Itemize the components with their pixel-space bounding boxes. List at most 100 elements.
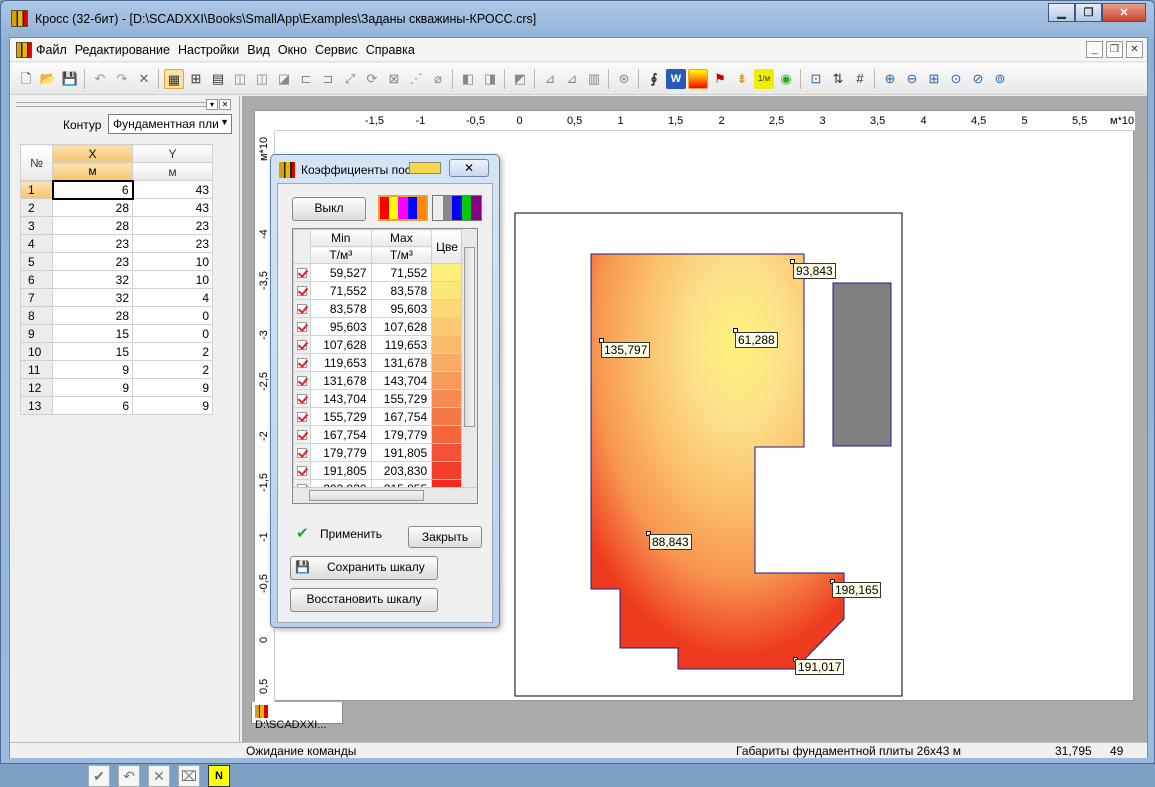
mdi-close-button[interactable]: ✕ xyxy=(1126,41,1143,58)
table-row[interactable]: 10 15 2 xyxy=(20,342,213,361)
row-checkbox[interactable] xyxy=(293,299,311,318)
min-cell[interactable]: 179,779 xyxy=(309,443,372,462)
tool-26-icon[interactable]: 1/м xyxy=(754,69,774,89)
y-cell[interactable]: 2 xyxy=(132,360,213,379)
tool-18-icon[interactable]: ⊿ xyxy=(562,69,582,89)
tool-25-icon[interactable]: ⇟ xyxy=(732,69,752,89)
color-cell[interactable] xyxy=(431,353,463,372)
max-cell[interactable]: 71,552 xyxy=(370,263,433,282)
tool-29-icon[interactable]: ⇅ xyxy=(828,69,848,89)
title-bar[interactable]: Кросс (32-бит) - [D:\SCADXXI\Books\Small… xyxy=(1,1,1154,37)
tool-3-icon[interactable]: ▤ xyxy=(208,69,228,89)
x-cell[interactable]: 32 xyxy=(52,270,133,289)
menu-window[interactable]: Окно xyxy=(278,43,307,57)
off-button[interactable]: Выкл xyxy=(292,197,366,221)
vertical-scrollbar[interactable] xyxy=(461,229,477,487)
save-icon[interactable]: 💾 xyxy=(60,69,80,89)
tool-5-icon[interactable]: ◫ xyxy=(252,69,272,89)
color-cell[interactable] xyxy=(431,281,463,300)
color-cell[interactable] xyxy=(431,425,463,444)
table-row[interactable]: 13 6 9 xyxy=(20,396,213,415)
clear-icon[interactable]: ⌧ xyxy=(178,765,200,787)
scale-row[interactable]: 95,603 107,628 xyxy=(293,317,463,336)
horizontal-scrollbar[interactable] xyxy=(293,487,477,503)
row-number[interactable]: 6 xyxy=(20,270,53,289)
y-cell[interactable]: 43 xyxy=(132,180,213,199)
x-cell[interactable]: 23 xyxy=(52,252,133,271)
menu-file[interactable]: Файл xyxy=(36,43,67,57)
row-checkbox[interactable] xyxy=(293,263,311,282)
row-number[interactable]: 9 xyxy=(20,324,53,343)
row-number[interactable]: 2 xyxy=(20,198,53,217)
tool-4-icon[interactable]: ◫ xyxy=(230,69,250,89)
scale-row[interactable]: 131,678 143,704 xyxy=(293,371,463,390)
grid-icon[interactable]: # xyxy=(850,69,870,89)
y-cell[interactable]: 2 xyxy=(132,342,213,361)
x-cell[interactable]: 32 xyxy=(52,288,133,307)
min-cell[interactable]: 155,729 xyxy=(309,407,372,426)
menu-view[interactable]: Вид xyxy=(247,43,270,57)
scale-row[interactable]: 59,527 71,552 xyxy=(293,263,463,282)
tool-16-icon[interactable]: ◩ xyxy=(510,69,530,89)
y-cell[interactable]: 9 xyxy=(132,378,213,397)
min-cell[interactable]: 107,628 xyxy=(309,335,372,354)
row-number[interactable]: 1 xyxy=(20,180,53,199)
close-button[interactable]: ✕ xyxy=(1102,3,1146,22)
document-tab[interactable]: D:\SCADXXI... xyxy=(251,702,343,731)
tool-17-icon[interactable]: ⊿ xyxy=(540,69,560,89)
scale-row[interactable]: 191,805 203,830 xyxy=(293,461,463,480)
menu-help[interactable]: Справка xyxy=(366,43,415,57)
x-cell[interactable]: 9 xyxy=(52,360,133,379)
row-checkbox[interactable] xyxy=(293,443,311,462)
cancel-icon[interactable]: ✕ xyxy=(148,765,170,787)
color-cell[interactable] xyxy=(431,443,463,462)
max-cell[interactable]: 179,779 xyxy=(370,425,433,444)
min-cell[interactable]: 71,552 xyxy=(309,281,372,300)
x-cell[interactable]: 28 xyxy=(52,198,133,217)
open-icon[interactable]: 📂 xyxy=(38,69,58,89)
row-number[interactable]: 8 xyxy=(20,306,53,325)
tool-12-icon[interactable]: ⋰ xyxy=(406,69,426,89)
row-checkbox[interactable] xyxy=(293,371,311,390)
max-cell[interactable]: 155,729 xyxy=(370,389,433,408)
table-row[interactable]: 5 23 10 xyxy=(20,252,213,271)
color-cell[interactable] xyxy=(431,317,463,336)
min-cell[interactable]: 59,527 xyxy=(309,263,372,282)
min-cell[interactable]: 83,578 xyxy=(309,299,372,318)
row-number[interactable]: 7 xyxy=(20,288,53,307)
row-checkbox[interactable] xyxy=(293,317,311,336)
color-cell[interactable] xyxy=(431,407,463,426)
table-row[interactable]: 9 15 0 xyxy=(20,324,213,343)
x-cell[interactable]: 6 xyxy=(51,179,134,200)
tool-28-icon[interactable]: ⊡ xyxy=(806,69,826,89)
scale-row[interactable]: 71,552 83,578 xyxy=(293,281,463,300)
tool-15-icon[interactable]: ◨ xyxy=(480,69,500,89)
row-number[interactable]: 3 xyxy=(20,216,53,235)
x-cell[interactable]: 15 xyxy=(52,342,133,361)
table-row[interactable]: 1 6 43 xyxy=(20,179,213,200)
dialog-close-button[interactable]: ✕ xyxy=(449,159,489,177)
tool-20-icon[interactable]: ⊛ xyxy=(614,69,634,89)
scroll-thumb[interactable] xyxy=(309,490,424,501)
scroll-thumb[interactable] xyxy=(464,247,475,427)
undo-icon[interactable]: ↶ xyxy=(90,69,110,89)
col-x-header[interactable]: X xyxy=(52,144,133,163)
color-map-icon[interactable] xyxy=(688,69,708,89)
color-cell[interactable] xyxy=(431,263,463,282)
scale-row[interactable]: 155,729 167,754 xyxy=(293,407,463,426)
row-checkbox[interactable] xyxy=(293,407,311,426)
restore-scale-button[interactable]: Восстановить шкалу xyxy=(290,588,438,612)
row-checkbox[interactable] xyxy=(293,461,311,480)
scale-row[interactable]: 119,653 131,678 xyxy=(293,353,463,372)
y-cell[interactable]: 10 xyxy=(132,252,213,271)
color-cell[interactable] xyxy=(431,335,463,354)
row-number[interactable]: 13 xyxy=(20,396,53,415)
table-row[interactable]: 4 23 23 xyxy=(20,234,213,253)
table-row[interactable]: 12 9 9 xyxy=(20,378,213,397)
y-cell[interactable]: 43 xyxy=(132,198,213,217)
mdi-minimize-button[interactable]: _ xyxy=(1086,41,1103,58)
tool-6-icon[interactable]: ◪ xyxy=(274,69,294,89)
palette-gray-button[interactable] xyxy=(432,195,482,221)
close-dialog-button[interactable]: Закрыть xyxy=(408,526,482,548)
rotate-icon[interactable]: ⟳ xyxy=(362,69,382,89)
